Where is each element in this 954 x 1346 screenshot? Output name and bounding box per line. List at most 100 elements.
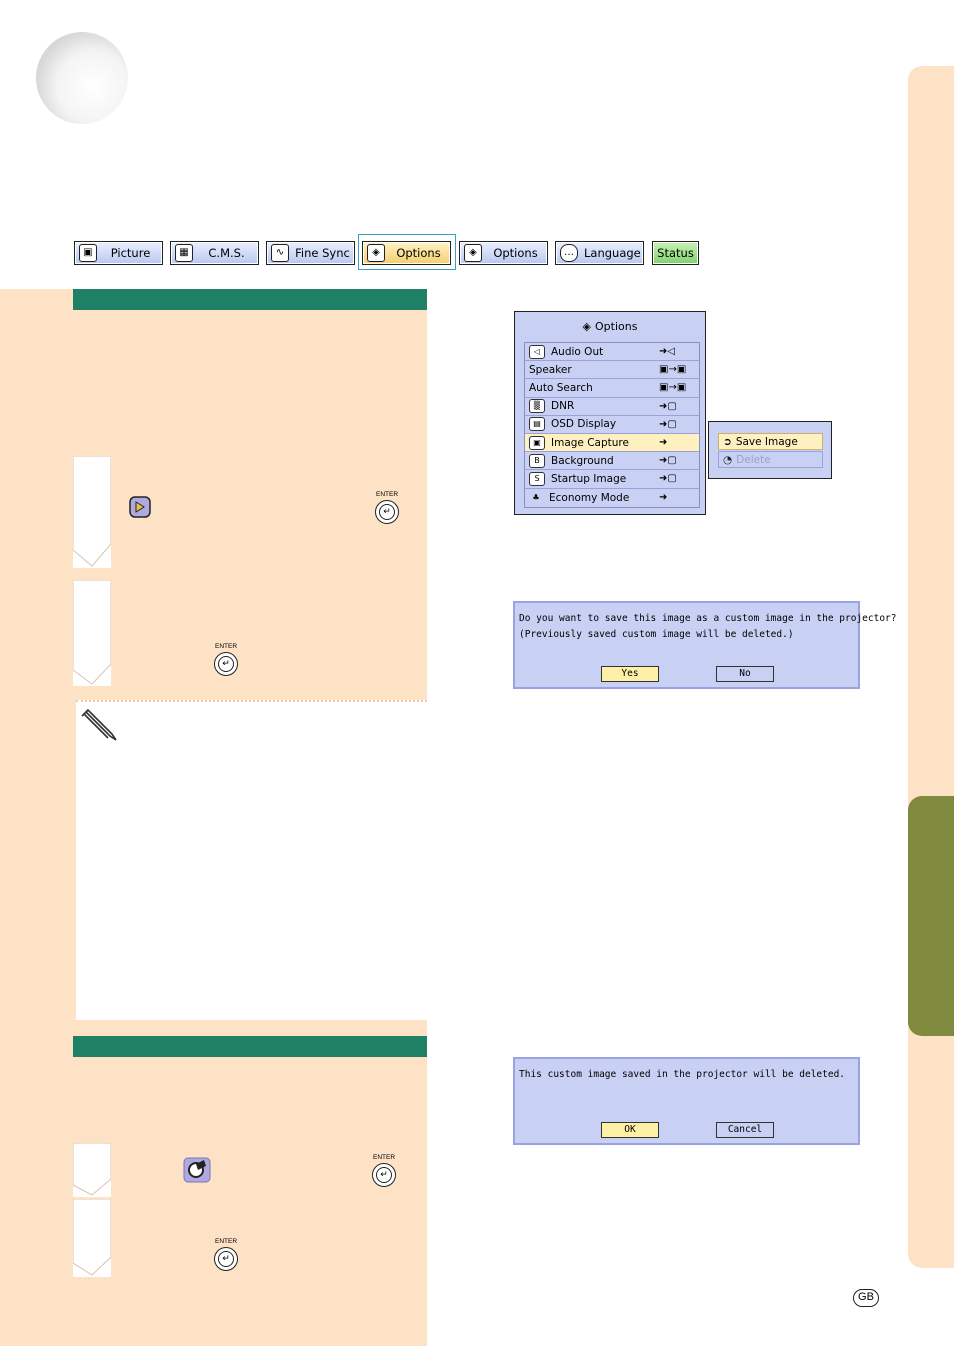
step-marker-4 [73, 1199, 111, 1277]
osd-item-label: OSD Display [551, 418, 617, 431]
arrow-right-icon: ➜ [659, 492, 668, 504]
osd-item-auto-search[interactable]: Auto Search ▣→▣ [525, 379, 699, 398]
save-dialog-line-2: (Previously saved custom image will be d… [519, 629, 794, 640]
arrow-right-icon: ➜▢ [659, 455, 677, 467]
section-header-bar [73, 289, 427, 310]
enter-button: ENTER ↵ [209, 643, 243, 676]
cms-icon: ▦ [175, 244, 193, 262]
tab-status-label: Status [657, 246, 694, 260]
tab-fine-sync[interactable]: ∿ Fine Sync [266, 241, 355, 265]
tab-status[interactable]: Status [652, 241, 699, 265]
dnr-icon: ▒ [529, 399, 545, 414]
tab-picture[interactable]: ▣ Picture [74, 241, 163, 265]
osd-title: ◈ Options [515, 320, 705, 333]
tab-cms[interactable]: ▦ C.M.S. [170, 241, 259, 265]
tab-options-active[interactable]: ◈ Options [362, 241, 451, 265]
region-badge: GB [853, 1289, 879, 1307]
enter-label: ENTER [375, 491, 399, 498]
options-icon: ◈ [464, 244, 482, 262]
enter-button: ENTER ↵ [209, 1238, 243, 1271]
save-dialog-message: Do you want to save this image as a cust… [519, 611, 897, 643]
enter-label: ENTER [372, 1154, 396, 1161]
options-icon: ◈ [367, 244, 385, 262]
delete-image-icon: ◔ [723, 453, 733, 466]
submenu-item-label: Save Image [735, 435, 798, 448]
image-capture-submenu: ➲ Save Image ◔ Delete [708, 421, 832, 479]
osd-item-label: Speaker [529, 363, 572, 376]
economy-mode-icon: ♣ [532, 492, 540, 502]
note-box [76, 700, 427, 1020]
image-capture-icon [128, 495, 152, 519]
enter-icon: ↵ [218, 656, 234, 672]
osd-item-economy-mode[interactable]: ♣ Economy Mode ➜ [525, 489, 699, 507]
osd-item-image-capture[interactable]: ▣ Image Capture ➜ [525, 433, 699, 453]
osd-item-startup-image[interactable]: S Startup Image ➜▢ [525, 470, 699, 489]
osd-item-osd-display[interactable]: ▤ OSD Display ➜▢ [525, 416, 699, 434]
enter-label: ENTER [214, 643, 238, 650]
side-tab-strip [908, 66, 954, 1268]
delete-dialog-message: This custom image saved in the projector… [519, 1069, 846, 1080]
step-marker-3 [73, 1143, 111, 1197]
fine-sync-icon: ∿ [271, 244, 289, 262]
submenu-save-image[interactable]: ➲ Save Image [718, 433, 823, 450]
save-image-icon: ➲ [723, 435, 732, 448]
side-tab-active-section [908, 796, 954, 1036]
osd-display-icon: ▤ [529, 417, 545, 432]
osd-item-dnr[interactable]: ▒ DNR ➜▢ [525, 398, 699, 416]
toggle-indicator-icon: ▣→▣ [659, 364, 687, 376]
picture-icon: ▣ [79, 244, 97, 262]
tab-language-label: Language [584, 246, 641, 260]
section-header-bar-2 [73, 1036, 427, 1057]
options-osd-menu: ◈ Options ◁ Audio Out ➜◁ Speaker ▣→▣ Auto Se… [514, 311, 706, 515]
tab-options-2-label: Options [493, 246, 538, 260]
step-marker-1 [73, 456, 111, 568]
cancel-button[interactable]: Cancel [716, 1122, 774, 1138]
enter-icon: ↵ [379, 504, 395, 520]
enter-button: ENTER ↵ [367, 1154, 401, 1187]
osd-item-label: Background [551, 454, 614, 467]
tab-options-label: Options [396, 246, 441, 260]
osd-item-label: Image Capture [551, 436, 629, 449]
osd-item-label: Startup Image [551, 472, 627, 485]
options-icon: ◈ [582, 320, 591, 333]
tab-picture-label: Picture [110, 246, 151, 260]
tab-cms-label: C.M.S. [208, 246, 245, 260]
ok-button[interactable]: OK [601, 1122, 659, 1138]
arrow-right-icon: ➜◁ [659, 346, 676, 358]
enter-button: ENTER ↵ [370, 491, 404, 524]
pencil-note-icon [80, 708, 120, 744]
osd-item-audio-out[interactable]: ◁ Audio Out ➜◁ [525, 343, 699, 362]
osd-title-label: Options [595, 320, 638, 333]
enter-icon: ↵ [376, 1167, 392, 1183]
title-circle-decoration [36, 32, 128, 124]
speaker-icon: ◁ [529, 344, 545, 359]
enter-icon: ↵ [218, 1251, 234, 1267]
tab-language[interactable]: … Language [555, 241, 644, 265]
submenu-delete[interactable]: ◔ Delete [718, 451, 823, 468]
osd-item-list: ◁ Audio Out ➜◁ Speaker ▣→▣ Auto Search ▣→▣ ▒… [524, 342, 700, 508]
osd-item-speaker[interactable]: Speaker ▣→▣ [525, 361, 699, 380]
language-icon: … [560, 244, 578, 262]
no-button[interactable]: No [716, 666, 774, 682]
step-marker-2 [73, 580, 111, 686]
tab-options-2[interactable]: ◈ Options [459, 241, 548, 265]
arrow-right-icon: ➜▢ [659, 473, 677, 485]
osd-item-label: Auto Search [529, 381, 593, 394]
osd-item-label: Audio Out [551, 345, 604, 358]
arrow-right-icon: ➜ [659, 437, 668, 449]
yes-button[interactable]: Yes [601, 666, 659, 682]
enter-label: ENTER [214, 1238, 238, 1245]
delete-image-icon [182, 1156, 212, 1184]
osd-item-label: Economy Mode [549, 491, 630, 504]
arrow-right-icon: ➜▢ [659, 400, 677, 412]
osd-item-background[interactable]: B Background ➜▢ [525, 452, 699, 471]
image-capture-icon: ▣ [529, 435, 545, 450]
delete-image-dialog: This custom image saved in the projector… [513, 1057, 860, 1145]
background-icon: B [529, 453, 545, 468]
arrow-right-icon: ➜▢ [659, 418, 677, 430]
save-dialog-line-1: Do you want to save this image as a cust… [519, 613, 897, 624]
osd-item-label: DNR [551, 400, 575, 413]
startup-image-icon: S [529, 471, 545, 486]
tab-fine-sync-label: Fine Sync [295, 246, 350, 260]
save-image-dialog: Do you want to save this image as a cust… [513, 601, 897, 689]
